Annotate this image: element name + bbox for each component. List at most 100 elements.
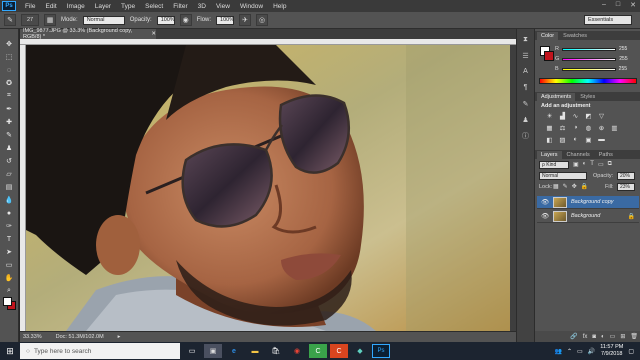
tab-adjustments[interactable]: Adjustments [537,93,576,101]
zoom-tool-icon[interactable]: ⌕ [3,286,15,296]
task-view-icon[interactable]: ▭ [183,344,201,358]
paragraph-panel-icon[interactable]: ¶ [521,83,531,92]
history-brush-tool-icon[interactable]: ↺ [3,156,15,166]
foreground-color-swatch[interactable] [3,297,12,306]
menu-type[interactable]: Type [116,3,140,10]
recorder-icon[interactable]: C [330,344,348,358]
menu-select[interactable]: Select [140,3,168,10]
menu-image[interactable]: Image [62,3,90,10]
info-panel-icon[interactable]: ⓘ [521,131,531,140]
visibility-eye-icon[interactable]: 👁 [541,212,549,220]
healing-brush-tool-icon[interactable]: ✚ [3,117,15,127]
volume-icon[interactable]: 🔊 [588,348,595,355]
quick-select-tool-icon[interactable]: ✪ [3,78,15,88]
blue-value[interactable]: 255 [619,66,633,72]
type-tool-icon[interactable]: T [3,234,15,244]
tab-channels[interactable]: Channels [563,151,594,159]
edge-icon[interactable]: e [225,344,243,358]
photoshop-taskbar-icon[interactable]: Ps [372,344,390,358]
maximize-button[interactable]: □ [616,1,620,9]
menu-layer[interactable]: Layer [90,3,116,10]
dodge-tool-icon[interactable]: ● [3,208,15,218]
pressure-opacity-icon[interactable]: ◉ [179,14,192,26]
photos-icon[interactable]: ▣ [204,344,222,358]
character-panel-icon[interactable]: A [521,67,531,76]
notifications-icon[interactable]: ▢ [628,348,634,355]
lock-all-icon[interactable]: 🔒 [581,183,588,190]
hue-saturation-icon[interactable]: ▦ [545,123,554,132]
brush-panel-icon[interactable]: ▦ [44,14,56,26]
document-canvas[interactable] [26,45,510,331]
pixel-filter-icon[interactable]: ▣ [573,161,579,168]
blur-tool-icon[interactable]: 💧 [3,195,15,205]
crop-tool-icon[interactable]: ⌗ [3,91,15,101]
eraser-tool-icon[interactable]: ▱ [3,169,15,179]
selective-color-icon[interactable]: ▣ [584,135,593,144]
vibrance-icon[interactable]: ▽ [597,111,606,120]
posterize-icon[interactable]: ▨ [558,135,567,144]
move-tool-icon[interactable]: ✥ [3,39,15,49]
blue-slider[interactable] [561,67,616,71]
properties-panel-icon[interactable]: ☰ [521,51,531,60]
layer-style-icon[interactable]: fx [583,334,588,340]
fill-field[interactable]: 23% [617,183,635,191]
status-menu-icon[interactable]: ▸ [118,334,121,340]
zoom-level[interactable]: 33.33% [23,334,42,340]
clone-source-icon[interactable]: ♟ [521,115,531,124]
black-white-icon[interactable]: ◑ [571,123,580,132]
close-button[interactable]: ✕ [630,1,636,9]
opacity-field[interactable]: 100% [156,15,175,25]
tab-styles[interactable]: Styles [576,93,599,101]
brush-tool-preset-icon[interactable]: ✎ [4,14,16,26]
add-mask-icon[interactable]: ◙ [592,334,596,340]
color-balance-icon[interactable]: ⚖ [558,123,567,132]
filmora-icon[interactable]: ◆ [351,344,369,358]
channel-mixer-icon[interactable]: ⊕ [597,123,606,132]
color-spectrum-bar[interactable] [539,78,637,84]
threshold-icon[interactable]: ◐ [571,135,580,144]
layer-kind-filter[interactable]: ρ Kind [539,161,569,169]
menu-window[interactable]: Window [235,3,268,10]
store-icon[interactable]: 🛍 [267,344,285,358]
photo-filter-icon[interactable]: ◍ [584,123,593,132]
shape-filter-icon[interactable]: ▭ [598,161,604,168]
rectangle-tool-icon[interactable]: ▭ [3,260,15,270]
tab-color[interactable]: Color [537,32,559,40]
green-slider[interactable] [562,57,617,61]
brush-tool-icon[interactable]: ✎ [3,130,15,140]
menu-file[interactable]: File [20,3,40,10]
red-slider[interactable] [561,47,616,51]
tab-paths[interactable]: Paths [595,151,617,159]
layer-name[interactable]: Background copy [571,199,614,205]
color-bg-chip[interactable] [544,51,554,61]
start-button[interactable]: ⊞ [0,342,20,360]
pen-tool-icon[interactable]: ✑ [3,221,15,231]
brightness-contrast-icon[interactable]: ☀ [545,111,554,120]
blend-mode-select[interactable]: Normal [539,172,587,180]
menu-edit[interactable]: Edit [40,3,61,10]
airbrush-icon[interactable]: ✈ [239,14,252,26]
new-adjustment-icon[interactable]: ◐ [601,334,605,340]
tab-layers[interactable]: Layers [537,151,562,159]
visibility-eye-icon[interactable]: 👁 [541,198,549,206]
layer-name[interactable]: Background [571,213,600,219]
close-tab-icon[interactable]: ✕ [151,31,156,37]
lock-position-icon[interactable]: ✥ [572,183,577,190]
menu-help[interactable]: Help [268,3,291,10]
layer-opacity-field[interactable]: 20% [617,172,635,180]
taskbar-search[interactable]: ○ Type here to search [20,343,180,359]
file-explorer-icon[interactable]: ▬ [246,344,264,358]
eyedropper-tool-icon[interactable]: ✒ [3,104,15,114]
smart-object-filter-icon[interactable]: ⧉ [608,161,612,168]
menu-view[interactable]: View [211,3,235,10]
hand-tool-icon[interactable]: ✋ [3,273,15,283]
lock-transparent-icon[interactable]: ▦ [553,183,559,190]
lasso-tool-icon[interactable]: ◌ [3,65,15,75]
clone-stamp-tool-icon[interactable]: ♟ [3,143,15,153]
link-layers-icon[interactable]: 🔗 [570,333,577,340]
workspace-select[interactable]: Essentials [584,15,632,25]
delete-layer-icon[interactable]: 🗑 [630,333,638,340]
levels-icon[interactable]: ▟ [558,111,567,120]
new-group-icon[interactable]: ▭ [610,333,616,340]
network-icon[interactable]: ▭ [577,348,583,355]
